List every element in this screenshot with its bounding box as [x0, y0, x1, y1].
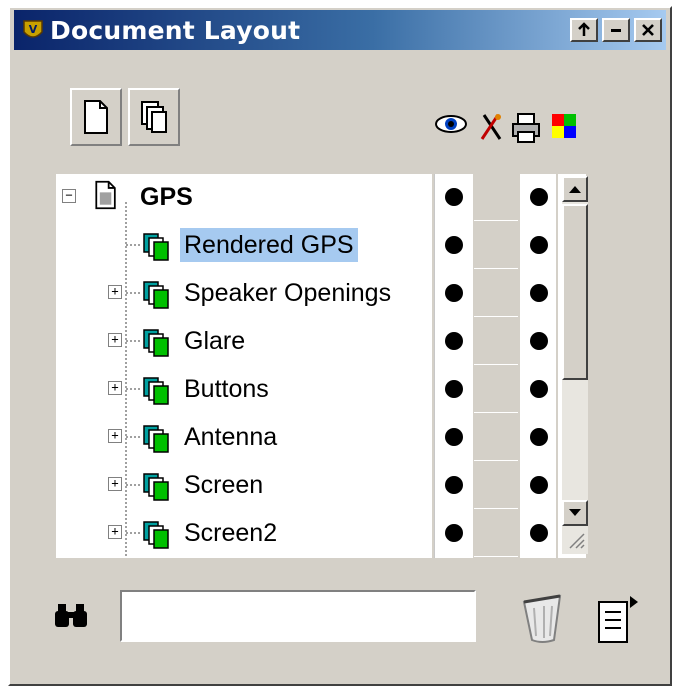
new-document-button[interactable]	[70, 88, 122, 146]
scroll-up-button[interactable]	[562, 176, 588, 202]
layer-label: Buttons	[184, 375, 269, 403]
visibility-dot[interactable]	[445, 188, 463, 206]
scroll-thumb[interactable]	[562, 204, 588, 380]
print-dot[interactable]	[530, 236, 548, 254]
binoculars-icon[interactable]	[52, 600, 92, 630]
visibility-dot[interactable]	[445, 284, 463, 302]
expand-toggle[interactable]: +	[108, 333, 122, 347]
document-icon	[95, 180, 116, 210]
layer-label: Screen	[184, 471, 264, 499]
arrow-down-icon	[569, 509, 581, 516]
layer-icon	[143, 425, 169, 453]
options-menu-icon[interactable]	[596, 594, 642, 644]
layer-tree: − GPS Rendered GPS + Speaker Openings + Glar…	[56, 174, 616, 558]
expand-toggle[interactable]: +	[108, 381, 122, 395]
pin-button[interactable]	[570, 18, 598, 42]
layer-name-column: − GPS Rendered GPS + Speaker Openings + Glar…	[56, 174, 432, 558]
layer-label: Antenna	[184, 423, 278, 451]
svg-text:V: V	[29, 23, 38, 36]
cell-divider	[474, 364, 518, 365]
layer-icon	[143, 473, 169, 501]
print-dot[interactable]	[530, 476, 548, 494]
expand-toggle[interactable]: +	[108, 525, 122, 539]
cell-divider	[474, 508, 518, 509]
tree-root-label: GPS	[140, 183, 193, 211]
resize-grip-icon[interactable]	[566, 530, 586, 550]
tree-connector	[126, 244, 142, 246]
pin-icon	[578, 22, 590, 36]
print-dot[interactable]	[530, 524, 548, 542]
layer-icon	[143, 377, 169, 405]
minimize-button[interactable]	[602, 18, 630, 42]
layer-icon	[143, 329, 169, 357]
layer-row[interactable]: + Buttons	[56, 366, 432, 412]
layer-row[interactable]: + Glare	[56, 318, 432, 364]
expand-toggle[interactable]: +	[108, 477, 122, 491]
print-dot[interactable]	[530, 380, 548, 398]
print-dot[interactable]	[530, 188, 548, 206]
visibility-dot[interactable]	[445, 236, 463, 254]
visibility-dot[interactable]	[445, 428, 463, 446]
layer-icon	[143, 233, 169, 261]
layer-icon	[143, 281, 169, 309]
visibility-column[interactable]	[434, 174, 473, 558]
cell-divider	[474, 316, 518, 317]
cell-divider	[474, 220, 518, 221]
app-icon: V	[20, 17, 46, 43]
cell-divider	[474, 556, 518, 557]
layer-row[interactable]: + Screen	[56, 462, 432, 508]
window-title: Document Layout	[50, 15, 301, 45]
search-input[interactable]	[120, 590, 476, 642]
visibility-dot[interactable]	[445, 476, 463, 494]
color-icon	[552, 114, 576, 138]
print-column[interactable]	[520, 174, 556, 558]
layer-label: Rendered GPS	[180, 228, 358, 262]
print-dot[interactable]	[530, 332, 548, 350]
print-dot[interactable]	[530, 284, 548, 302]
cell-divider	[474, 412, 518, 413]
layer-row[interactable]: + Screen2	[56, 510, 432, 556]
lock-column[interactable]	[474, 174, 518, 558]
trash-icon[interactable]	[520, 592, 564, 644]
close-button[interactable]	[634, 18, 662, 42]
arrow-up-icon	[569, 186, 581, 193]
lock-icon	[480, 114, 502, 140]
layer-row[interactable]: + Antenna	[56, 414, 432, 460]
layer-label: Screen2	[184, 519, 278, 547]
expand-toggle[interactable]: +	[108, 285, 122, 299]
printer-icon	[512, 113, 540, 143]
visibility-dot[interactable]	[445, 380, 463, 398]
new-document-icon	[84, 100, 108, 134]
layer-row[interactable]: + Speaker Openings	[56, 270, 432, 316]
layer-label: Speaker Openings	[184, 279, 392, 307]
new-layer-button[interactable]	[128, 88, 180, 146]
new-layer-icon	[141, 101, 167, 133]
vertical-scrollbar[interactable]	[562, 176, 588, 554]
visibility-dot[interactable]	[445, 524, 463, 542]
minimize-icon	[611, 29, 621, 32]
collapse-toggle[interactable]: −	[62, 189, 76, 203]
document-layout-panel: V Document Layout − GPS Rendered GPS + S…	[8, 6, 672, 686]
visibility-dot[interactable]	[445, 332, 463, 350]
layer-row[interactable]: Rendered GPS	[56, 222, 432, 268]
layer-label: Glare	[184, 327, 246, 355]
close-icon	[642, 24, 654, 36]
scroll-down-button[interactable]	[562, 500, 588, 526]
print-dot[interactable]	[530, 428, 548, 446]
eye-icon	[435, 115, 467, 133]
expand-toggle[interactable]: +	[108, 429, 122, 443]
tree-root-row[interactable]: − GPS	[56, 174, 432, 220]
cell-divider	[474, 460, 518, 461]
layer-icon	[143, 521, 169, 549]
title-bar[interactable]: V Document Layout	[14, 10, 666, 50]
cell-divider	[474, 268, 518, 269]
